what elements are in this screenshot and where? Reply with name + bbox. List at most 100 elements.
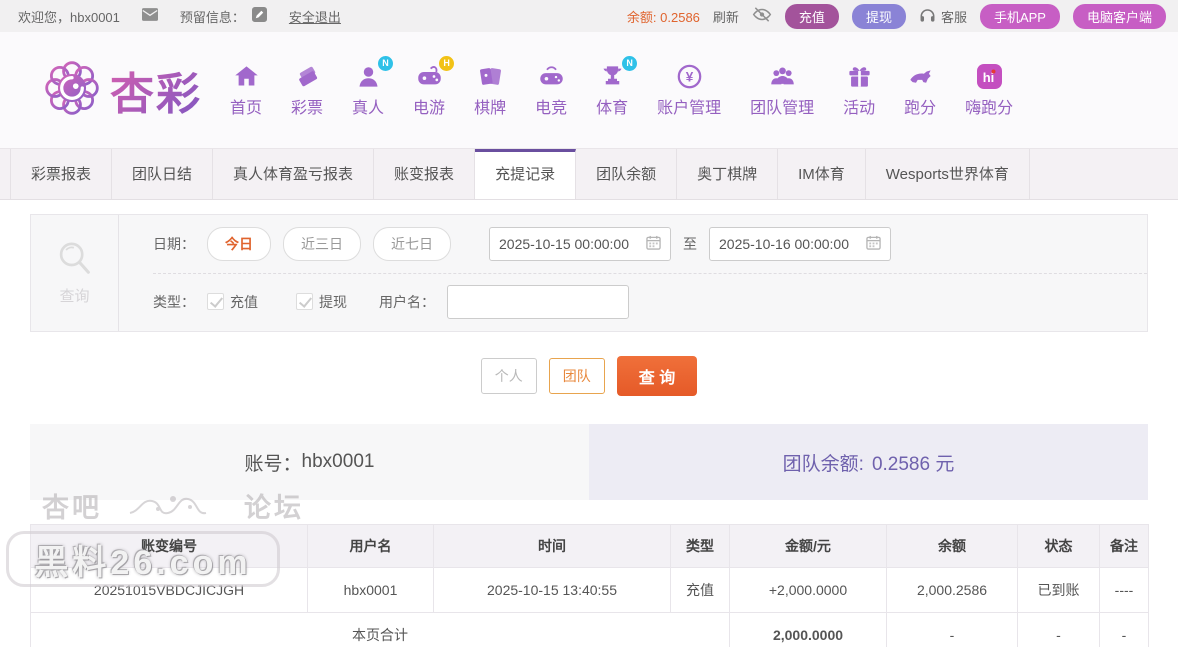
tab-lottery-report[interactable]: 彩票报表 (10, 149, 113, 199)
account-label: 账号： (244, 453, 302, 475)
brand-logo[interactable]: 杏彩 (42, 58, 202, 123)
mail-icon[interactable] (141, 8, 158, 24)
table-footer-row: 本页合计 2,000.0000 - - - (30, 612, 1149, 647)
svg-text:¥: ¥ (685, 69, 693, 84)
date-label: 日期： (153, 235, 195, 252)
nav-item-paofen[interactable]: 跑分 (904, 63, 936, 118)
account-value: hbx0001 (301, 451, 375, 472)
date-to-input[interactable] (719, 235, 859, 252)
date-from-input[interactable] (499, 235, 639, 252)
footer-label: 本页合计 (30, 612, 730, 647)
recharge-checkbox[interactable] (207, 293, 224, 311)
account-number-panel: 账号： hbx0001 (30, 424, 589, 500)
edit-icon[interactable] (251, 7, 267, 25)
withdraw-checkbox-label: 提现 (319, 294, 347, 311)
table-row: 20251015VBDCJICJGH hbx0001 2025-10-15 13… (30, 567, 1149, 613)
recharge-checkbox-label: 充值 (230, 294, 258, 311)
footer-balance: - (886, 612, 1018, 647)
cell-time: 2025-10-15 13:40:55 (433, 567, 671, 613)
to-label: 至 (683, 235, 697, 252)
main-nav: 首页 彩票 N 真人 H 电游 棋牌 电竞 N 体育 ¥ 账户管理 团队管理 活… (230, 55, 1013, 118)
nav-item-live[interactable]: N 真人 (352, 55, 394, 118)
date-from-field[interactable] (489, 226, 671, 261)
tab-team-daily[interactable]: 团队日结 (112, 149, 214, 199)
brand-name: 杏彩 (110, 58, 202, 122)
col-balance: 余额 (886, 524, 1018, 568)
cell-status: 已到账 (1017, 567, 1100, 613)
col-change-id: 账变编号 (30, 524, 308, 568)
gamepad-icon (417, 65, 441, 84)
search-button[interactable]: 查 询 (616, 356, 698, 396)
eye-slash-icon[interactable] (752, 6, 772, 26)
team-button[interactable]: 团队 (548, 358, 605, 394)
tab-live-sports-pnl[interactable]: 真人体育盈亏报表 (213, 149, 375, 199)
col-amount: 金额/元 (729, 524, 887, 568)
nav-item-lottery[interactable]: 彩票 (291, 63, 323, 118)
username-input[interactable] (447, 285, 629, 320)
deposit-button[interactable]: 充值 (784, 3, 839, 29)
col-username: 用户名 (307, 524, 434, 568)
nav-item-hi-paofen[interactable]: hi 嗨跑分 (965, 63, 1013, 118)
quick-range-3days[interactable]: 近三日 (283, 226, 361, 261)
tab-aoding-cards[interactable]: 奥丁棋牌 (677, 149, 779, 199)
type-label: 类型： (153, 294, 195, 311)
customer-service-label: 客服 (940, 9, 967, 25)
ticket-icon (298, 66, 317, 86)
username-label: 用户名： (379, 294, 435, 311)
cell-type: 充值 (670, 567, 730, 613)
nav-item-egames[interactable]: H 电游 (413, 55, 455, 118)
balance-value: 0.2586 (660, 9, 700, 25)
pc-client-button[interactable]: 电脑客户端 (1072, 3, 1166, 29)
nav-item-team-management[interactable]: 团队管理 (750, 63, 814, 118)
footer-status: - (1017, 612, 1100, 647)
welcome-text: 欢迎您，hbx0001 (18, 9, 120, 25)
footer-remark: - (1099, 612, 1149, 647)
customer-service-link[interactable]: 客服 (919, 7, 967, 26)
main-content: 查询 日期： 今日 近三日 近七日 至 (0, 200, 1178, 647)
action-button-row: 个人 团队 查 询 (0, 356, 1178, 396)
logout-link[interactable]: 安全退出 (289, 7, 341, 26)
hot-badge: H (439, 55, 455, 71)
tab-account-change[interactable]: 账变报表 (374, 149, 476, 199)
filter-panel: 查询 日期： 今日 近三日 近七日 至 (30, 214, 1148, 332)
tab-deposit-withdraw-records[interactable]: 充提记录 (475, 149, 577, 199)
home-icon (234, 65, 258, 85)
reserved-info-label: 预留信息： (179, 9, 245, 25)
account-summary: 账号： hbx0001 团队余额: 0.2586 元 (30, 424, 1148, 500)
person-icon (359, 66, 378, 87)
cell-balance: 2,000.2586 (886, 567, 1018, 613)
date-to-field[interactable] (709, 226, 891, 261)
team-balance-value: 0.2586 元 (871, 453, 955, 475)
new-badge: N (622, 55, 638, 71)
tab-im-sports[interactable]: IM体育 (778, 149, 866, 199)
refresh-link[interactable]: 刷新 (713, 7, 739, 26)
calendar-icon[interactable] (866, 235, 881, 253)
search-icon (59, 242, 90, 274)
cell-amount: +2,000.0000 (729, 567, 887, 613)
personal-button[interactable]: 个人 (480, 358, 537, 394)
quick-range-7days[interactable]: 近七日 (373, 226, 451, 261)
nav-item-account-management[interactable]: ¥ 账户管理 (657, 63, 721, 118)
withdraw-checkbox[interactable] (296, 293, 313, 311)
calendar-icon[interactable] (646, 235, 661, 253)
tab-team-balance[interactable]: 团队余额 (576, 149, 678, 199)
nav-item-esports[interactable]: 电竞 (535, 63, 567, 118)
balance-label: 余额: (626, 9, 657, 25)
footer-amount: 2,000.0000 (729, 612, 887, 647)
new-badge: N (378, 55, 394, 71)
col-remark: 备注 (1099, 524, 1149, 568)
withdraw-button[interactable]: 提现 (851, 3, 906, 29)
nav-item-promotions[interactable]: 活动 (843, 63, 875, 118)
mobile-app-button[interactable]: 手机APP (979, 3, 1060, 29)
nav-item-home[interactable]: 首页 (230, 63, 262, 118)
nav-item-cards[interactable]: 棋牌 (474, 63, 506, 118)
headset-icon (919, 7, 936, 26)
gift-icon (849, 66, 870, 87)
gamepad2-icon (539, 65, 563, 84)
team-balance-panel: 团队余额: 0.2586 元 (589, 424, 1148, 500)
nav-item-sports[interactable]: N 体育 (596, 55, 638, 118)
col-status: 状态 (1017, 524, 1100, 568)
tab-wesports[interactable]: Wesports世界体育 (866, 149, 1030, 199)
quick-range-today[interactable]: 今日 (207, 226, 271, 261)
cell-change-id: 20251015VBDCJICJGH (30, 567, 308, 613)
